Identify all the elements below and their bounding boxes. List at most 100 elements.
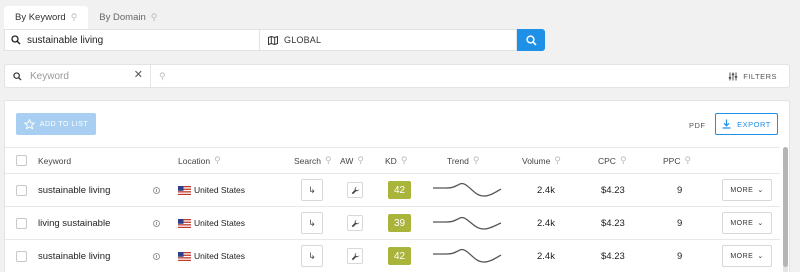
ppc-text: 9 <box>677 250 683 262</box>
keyword-cell: living sustainable <box>38 207 110 239</box>
pin-icon[interactable]: ⚲ <box>554 156 561 165</box>
column-header-label: Search <box>294 155 321 166</box>
pin-icon[interactable]: ⚲ <box>684 156 691 165</box>
keyword-info <box>153 207 160 239</box>
scrollbar-thumb[interactable] <box>783 147 788 267</box>
column-header-trend[interactable]: Trend ⚲ <box>447 148 479 173</box>
aw-button[interactable] <box>347 215 363 231</box>
location-text: United States <box>194 218 246 228</box>
column-header-volume[interactable]: Volume ⚲ <box>522 148 561 173</box>
add-to-list-button[interactable]: ADD TO LIST <box>16 113 96 135</box>
table-header: Keyword Location ⚲ Search ⚲ AW ⚲ KD ⚲ Tr… <box>5 147 780 174</box>
more-label: MORE <box>730 186 754 194</box>
column-header-label: Trend <box>447 155 469 166</box>
column-header-label: Keyword <box>38 155 72 166</box>
volume-text: 2.4k <box>537 217 555 229</box>
arrow-turn-icon: ↳ <box>308 250 316 261</box>
column-header-location[interactable]: Location ⚲ <box>178 148 221 173</box>
search-volume-button[interactable]: ↳ <box>301 179 323 201</box>
location-text: United States <box>194 185 246 195</box>
tab-label: By Keyword <box>15 12 66 23</box>
kd-cell: 39 <box>388 207 411 239</box>
ppc-text: 9 <box>677 217 683 229</box>
keyword-text[interactable]: sustainable living <box>38 185 110 196</box>
close-icon[interactable]: ✕ <box>134 70 143 81</box>
more-label: MORE <box>730 252 754 260</box>
add-to-list-label: ADD TO LIST <box>39 120 89 128</box>
pin-icon[interactable]: ⚲ <box>357 156 364 165</box>
search-volume-button[interactable]: ↳ <box>301 212 323 234</box>
more-button[interactable]: MORE ⌄ <box>722 179 772 201</box>
column-header-label: PPC <box>663 155 681 166</box>
row-checkbox[interactable] <box>16 217 27 229</box>
keyword-filter: ✕ <box>5 65 151 87</box>
star-icon <box>23 118 35 130</box>
pin-icon[interactable]: ⚲ <box>620 156 627 165</box>
search-query[interactable]: sustainable living <box>27 35 103 46</box>
row-checkbox[interactable] <box>16 184 27 196</box>
column-header-search[interactable]: Search ⚲ <box>294 148 332 173</box>
column-header-kd[interactable]: KD ⚲ <box>385 148 407 173</box>
search-bar: sustainable living GLOBAL <box>4 29 517 51</box>
column-header-cpc[interactable]: CPC ⚲ <box>598 148 627 173</box>
table-scrollbar[interactable] <box>783 147 788 272</box>
ppc-cell: 9 <box>677 174 682 206</box>
keyword-search-field[interactable]: sustainable living <box>5 30 260 50</box>
chevron-down-icon: ⌄ <box>757 187 764 194</box>
keyword-info <box>153 174 160 206</box>
more-button[interactable]: MORE ⌄ <box>722 212 772 234</box>
ppc-cell: 9 <box>677 207 682 239</box>
column-header-aw[interactable]: AW ⚲ <box>340 148 364 173</box>
trend-sparkline <box>433 182 502 197</box>
location-cell: United States <box>178 240 245 272</box>
info-icon[interactable] <box>153 219 160 227</box>
sliders-icon <box>729 72 738 80</box>
info-icon[interactable] <box>153 186 160 194</box>
location-select[interactable]: GLOBAL <box>260 30 516 50</box>
tab-by-keyword[interactable]: By Keyword ⚲ <box>4 6 89 29</box>
pin-icon[interactable]: ⚲ <box>214 156 221 165</box>
pdf-button[interactable]: PDF <box>689 121 706 130</box>
more-cell: MORE ⌄ <box>722 240 772 272</box>
row-checkbox[interactable] <box>16 250 27 262</box>
pin-icon[interactable]: ⚲ <box>151 13 158 22</box>
select-all-checkbox[interactable] <box>16 155 27 166</box>
more-button[interactable]: MORE ⌄ <box>722 245 772 267</box>
keyword-text[interactable]: sustainable living <box>38 251 110 262</box>
pin-icon[interactable]: ⚲ <box>159 71 166 81</box>
aw-cell <box>347 207 363 239</box>
location-text: United States <box>194 251 246 261</box>
tab-by-domain[interactable]: By Domain ⚲ <box>88 6 168 29</box>
aw-cell <box>347 240 363 272</box>
cpc-text: $4.23 <box>601 250 625 262</box>
pin-icon[interactable]: ⚲ <box>473 156 480 165</box>
more-cell: MORE ⌄ <box>722 207 772 239</box>
pin-icon[interactable]: ⚲ <box>325 156 332 165</box>
kd-badge: 42 <box>388 181 411 199</box>
pin-icon[interactable]: ⚲ <box>71 13 78 22</box>
info-icon[interactable] <box>153 252 160 260</box>
table-row: sustainable living United States ↳ 42 2.… <box>5 240 780 272</box>
aw-button[interactable] <box>347 248 363 264</box>
search-cell: ↳ <box>301 174 323 206</box>
trend-sparkline <box>433 216 502 230</box>
column-header-keyword[interactable]: Keyword <box>38 148 71 173</box>
keyword-text[interactable]: living sustainable <box>38 218 110 229</box>
location-cell: United States <box>178 207 245 239</box>
filters-button[interactable]: FILTERS <box>728 72 777 81</box>
export-button[interactable]: EXPORT <box>715 113 778 135</box>
pin-icon[interactable]: ⚲ <box>401 156 408 165</box>
location-value: GLOBAL <box>284 35 322 45</box>
volume-text: 2.4k <box>537 184 555 196</box>
tab-label: By Domain <box>99 12 146 23</box>
keyword-filter-input[interactable] <box>30 70 125 82</box>
kd-cell: 42 <box>388 240 411 272</box>
filters-label: FILTERS <box>743 71 777 81</box>
row-select <box>16 174 27 206</box>
kd-badge: 39 <box>388 214 411 232</box>
aw-button[interactable] <box>347 182 363 198</box>
search-cell: ↳ <box>301 240 323 272</box>
search-volume-button[interactable]: ↳ <box>301 245 323 267</box>
column-header-ppc[interactable]: PPC ⚲ <box>663 148 691 173</box>
search-button[interactable] <box>517 29 545 51</box>
